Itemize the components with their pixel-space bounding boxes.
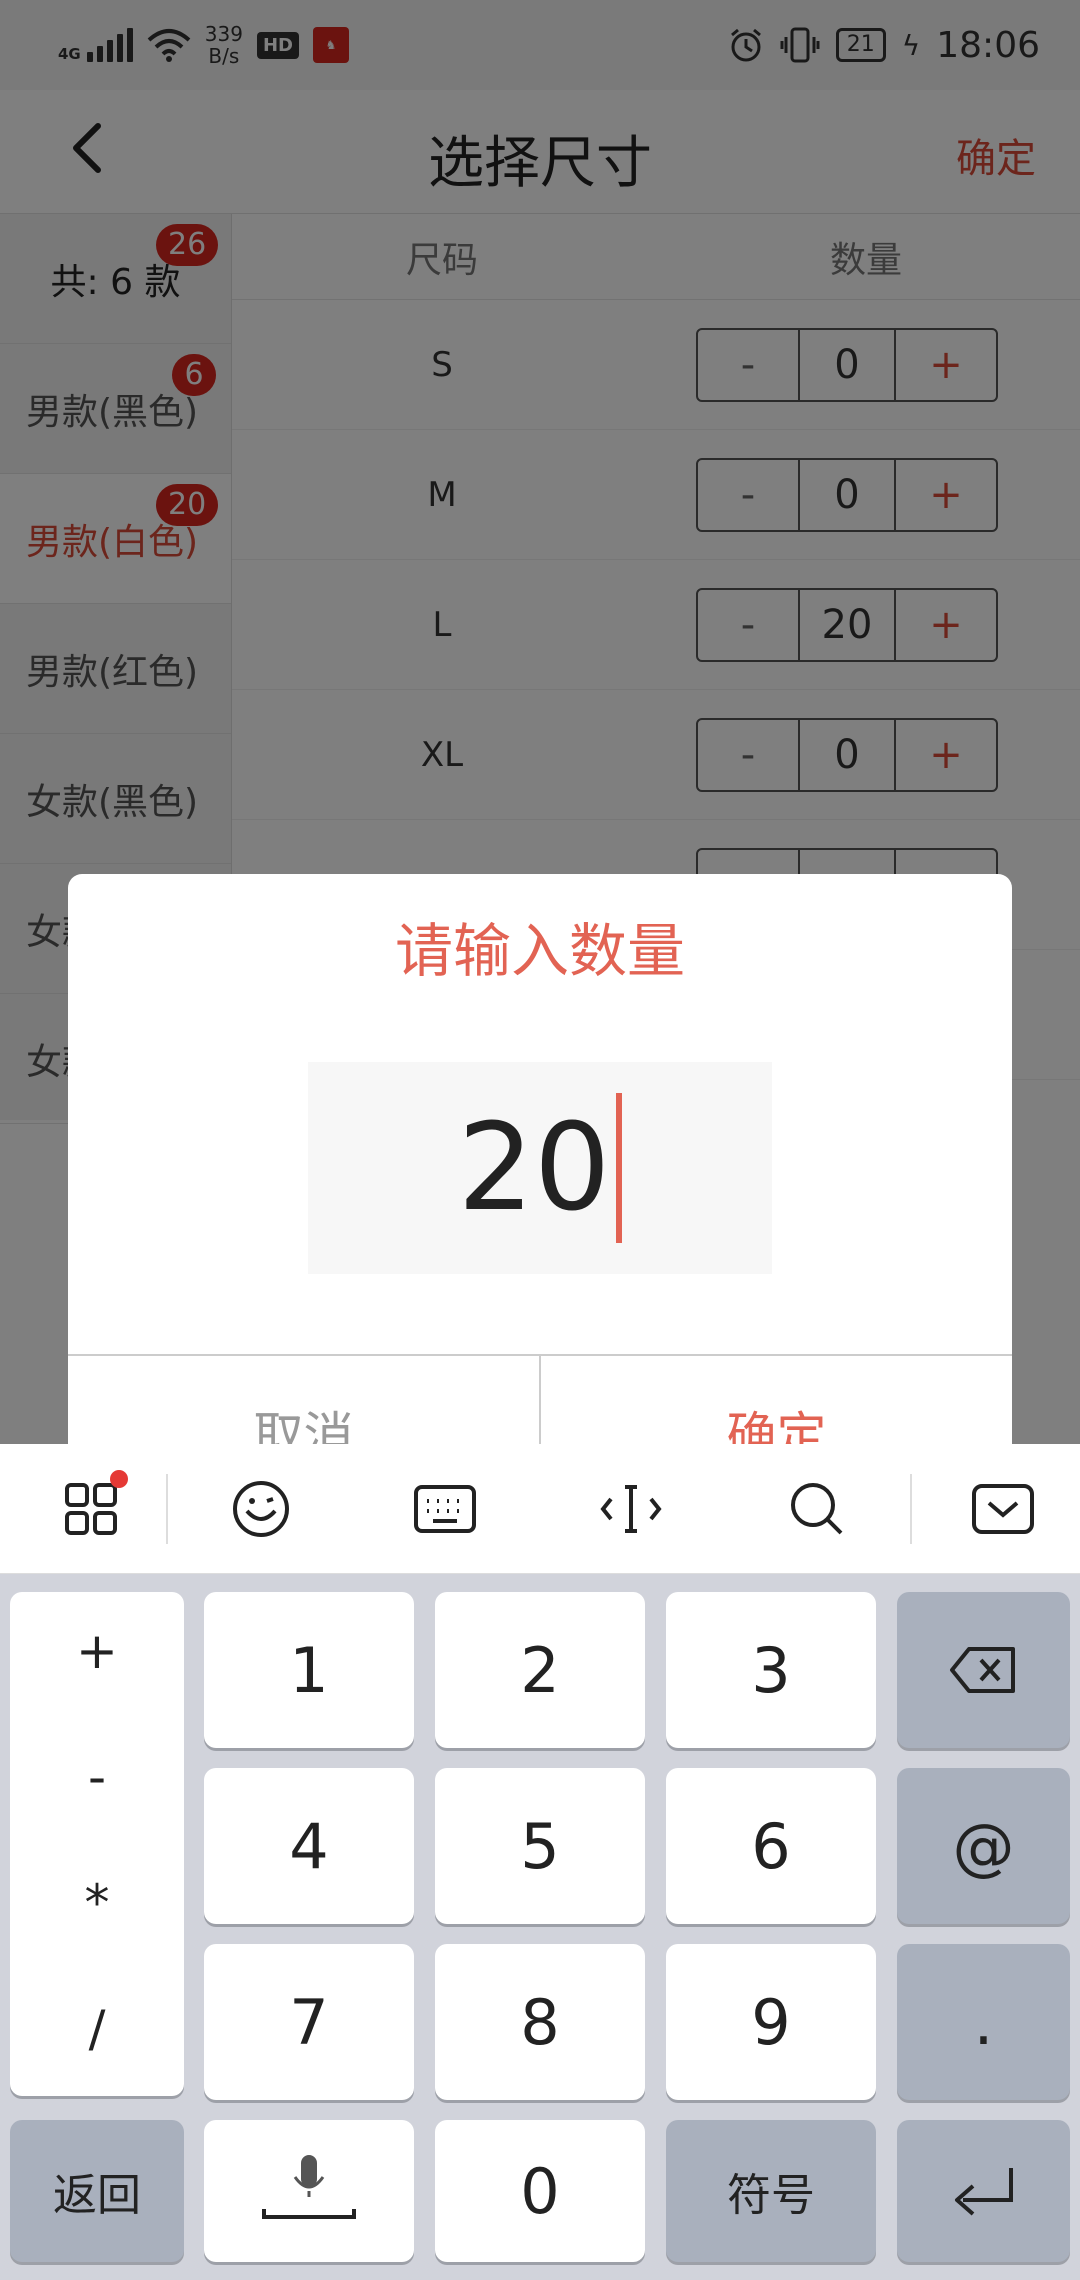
quantity-dialog: 请输入数量 20 取消 确定 xyxy=(68,874,1012,1444)
emoji-icon[interactable] xyxy=(226,1474,296,1544)
key-minus[interactable]: - xyxy=(10,1748,184,1806)
keyboard-icon[interactable] xyxy=(410,1474,480,1544)
key-3[interactable]: 3 xyxy=(666,1592,876,1748)
key-plus[interactable]: + xyxy=(10,1622,184,1680)
key-asterisk[interactable]: * xyxy=(10,1874,184,1932)
keyboard-toolbar xyxy=(0,1444,1080,1574)
key-9[interactable]: 9 xyxy=(666,1944,876,2100)
key-at[interactable]: @ xyxy=(897,1768,1070,1924)
key-slash[interactable]: / xyxy=(10,2000,184,2058)
backspace-key[interactable] xyxy=(897,1592,1070,1748)
enter-icon xyxy=(954,2168,1013,2216)
toolbar-divider xyxy=(166,1474,168,1544)
apps-grid-icon[interactable] xyxy=(56,1470,128,1544)
dialog-title: 请输入数量 xyxy=(394,917,685,985)
key-4[interactable]: 4 xyxy=(204,1768,414,1924)
key-dot[interactable]: . xyxy=(897,1944,1070,2100)
key-1[interactable]: 1 xyxy=(204,1592,414,1748)
quantity-input-value: 20 xyxy=(457,1098,611,1238)
hide-keyboard-icon[interactable] xyxy=(968,1474,1038,1544)
backspace-icon xyxy=(949,1647,1015,1693)
key-6[interactable]: 6 xyxy=(666,1768,876,1924)
numeric-keyboard: + - * / 1 2 3 4 5 6 @ 7 8 9 . 返回 0 符号 xyxy=(0,1574,1080,2280)
search-icon[interactable] xyxy=(782,1474,852,1544)
key-2[interactable]: 2 xyxy=(435,1592,645,1748)
symbol-key[interactable]: 符号 xyxy=(666,2120,876,2262)
cancel-button[interactable]: 取消 xyxy=(68,1356,541,1444)
key-5[interactable]: 5 xyxy=(435,1768,645,1924)
key-8[interactable]: 8 xyxy=(435,1944,645,2100)
quantity-input[interactable]: 20 xyxy=(308,1062,772,1274)
voice-input-key[interactable] xyxy=(204,2120,414,2262)
enter-key[interactable] xyxy=(897,2120,1070,2262)
back-key[interactable]: 返回 xyxy=(10,2120,184,2262)
key-0[interactable]: 0 xyxy=(435,2120,645,2262)
text-cursor xyxy=(616,1093,623,1243)
symbol-column: + - * / xyxy=(10,1592,184,2096)
confirm-button[interactable]: 确定 xyxy=(541,1356,1012,1444)
toolbar-divider xyxy=(910,1474,912,1544)
key-7[interactable]: 7 xyxy=(204,1944,414,2100)
cursor-move-icon[interactable] xyxy=(596,1474,666,1544)
dialog-actions: 取消 确定 xyxy=(68,1354,1012,1444)
notification-dot xyxy=(110,1470,128,1488)
microphone-icon xyxy=(262,2155,356,2219)
